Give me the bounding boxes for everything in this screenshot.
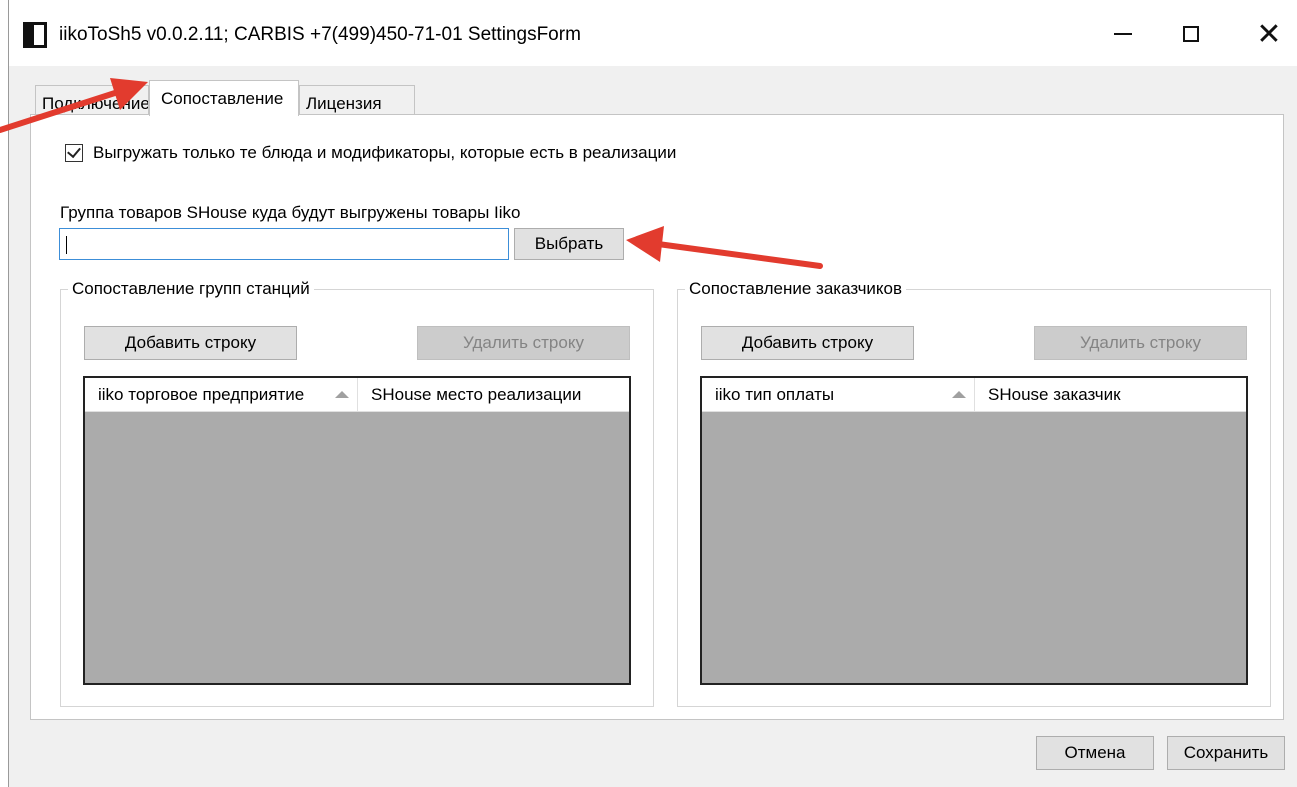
tab-license[interactable]: Лицензия — [299, 85, 415, 115]
checkmark-icon — [67, 143, 81, 159]
title-bar[interactable]: iikoToSh5 v0.0.2.11; CARBIS +7(499)450-7… — [9, 0, 1297, 66]
stations-delete-row-button[interactable]: Удалить строку — [417, 326, 630, 360]
text-caret — [66, 236, 67, 254]
customers-mapping-group: Сопоставление заказчиков Добавить строку… — [677, 279, 1271, 707]
stations-mapping-legend: Сопоставление групп станций — [68, 279, 314, 299]
stations-mapping-group: Сопоставление групп станций Добавить стр… — [60, 279, 654, 707]
tab-connection[interactable]: Подключение — [35, 85, 149, 115]
close-icon: ✕ — [1256, 17, 1282, 51]
stations-column-header-2[interactable]: SHouse место реализации — [358, 378, 629, 412]
sort-ascending-icon — [952, 391, 966, 398]
maximize-button[interactable] — [1168, 14, 1214, 54]
customers-column-header-2[interactable]: SHouse заказчик — [975, 378, 1246, 412]
app-icon — [23, 22, 47, 48]
customers-column-1-label: iiko тип оплаты — [715, 385, 835, 404]
product-group-input[interactable] — [59, 228, 509, 260]
mapping-tab-panel: Выгружать только те блюда и модификаторы… — [30, 114, 1284, 720]
customers-column-2-label: SHouse заказчик — [988, 385, 1121, 404]
product-group-label: Группа товаров SHouse куда будут выгруже… — [60, 203, 521, 222]
customers-delete-row-button[interactable]: Удалить строку — [1034, 326, 1247, 360]
minimize-icon — [1114, 33, 1132, 35]
export-only-sold-checkbox[interactable] — [65, 143, 83, 162]
customers-grid[interactable]: iiko тип оплаты SHouse заказчик — [700, 376, 1248, 685]
minimize-button[interactable] — [1100, 14, 1146, 54]
export-only-sold-option[interactable]: Выгружать только те блюда и модификаторы… — [65, 143, 676, 163]
stations-grid-header: iiko торговое предприятие SHouse место р… — [85, 378, 629, 412]
stations-column-2-label: SHouse место реализации — [371, 385, 582, 404]
tab-mapping[interactable]: Сопоставление — [149, 80, 299, 116]
stations-column-1-label: iiko торговое предприятие — [98, 385, 305, 404]
save-button[interactable]: Сохранить — [1167, 736, 1285, 770]
settings-window: iikoToSh5 v0.0.2.11; CARBIS +7(499)450-7… — [8, 0, 1297, 787]
choose-button[interactable]: Выбрать — [514, 228, 624, 260]
maximize-icon — [1183, 26, 1199, 42]
cancel-button[interactable]: Отмена — [1036, 736, 1154, 770]
customers-add-row-button[interactable]: Добавить строку — [701, 326, 914, 360]
close-button[interactable]: ✕ — [1246, 14, 1292, 54]
stations-grid[interactable]: iiko торговое предприятие SHouse место р… — [83, 376, 631, 685]
customers-mapping-legend: Сопоставление заказчиков — [685, 279, 907, 299]
stations-column-header-1[interactable]: iiko торговое предприятие — [85, 378, 358, 412]
export-only-sold-label: Выгружать только те блюда и модификаторы… — [93, 143, 677, 162]
customers-grid-header: iiko тип оплаты SHouse заказчик — [702, 378, 1246, 412]
customers-column-header-1[interactable]: iiko тип оплаты — [702, 378, 975, 412]
window-title: iikoToSh5 v0.0.2.11; CARBIS +7(499)450-7… — [59, 24, 581, 45]
sort-ascending-icon — [335, 391, 349, 398]
stations-add-row-button[interactable]: Добавить строку — [84, 326, 297, 360]
